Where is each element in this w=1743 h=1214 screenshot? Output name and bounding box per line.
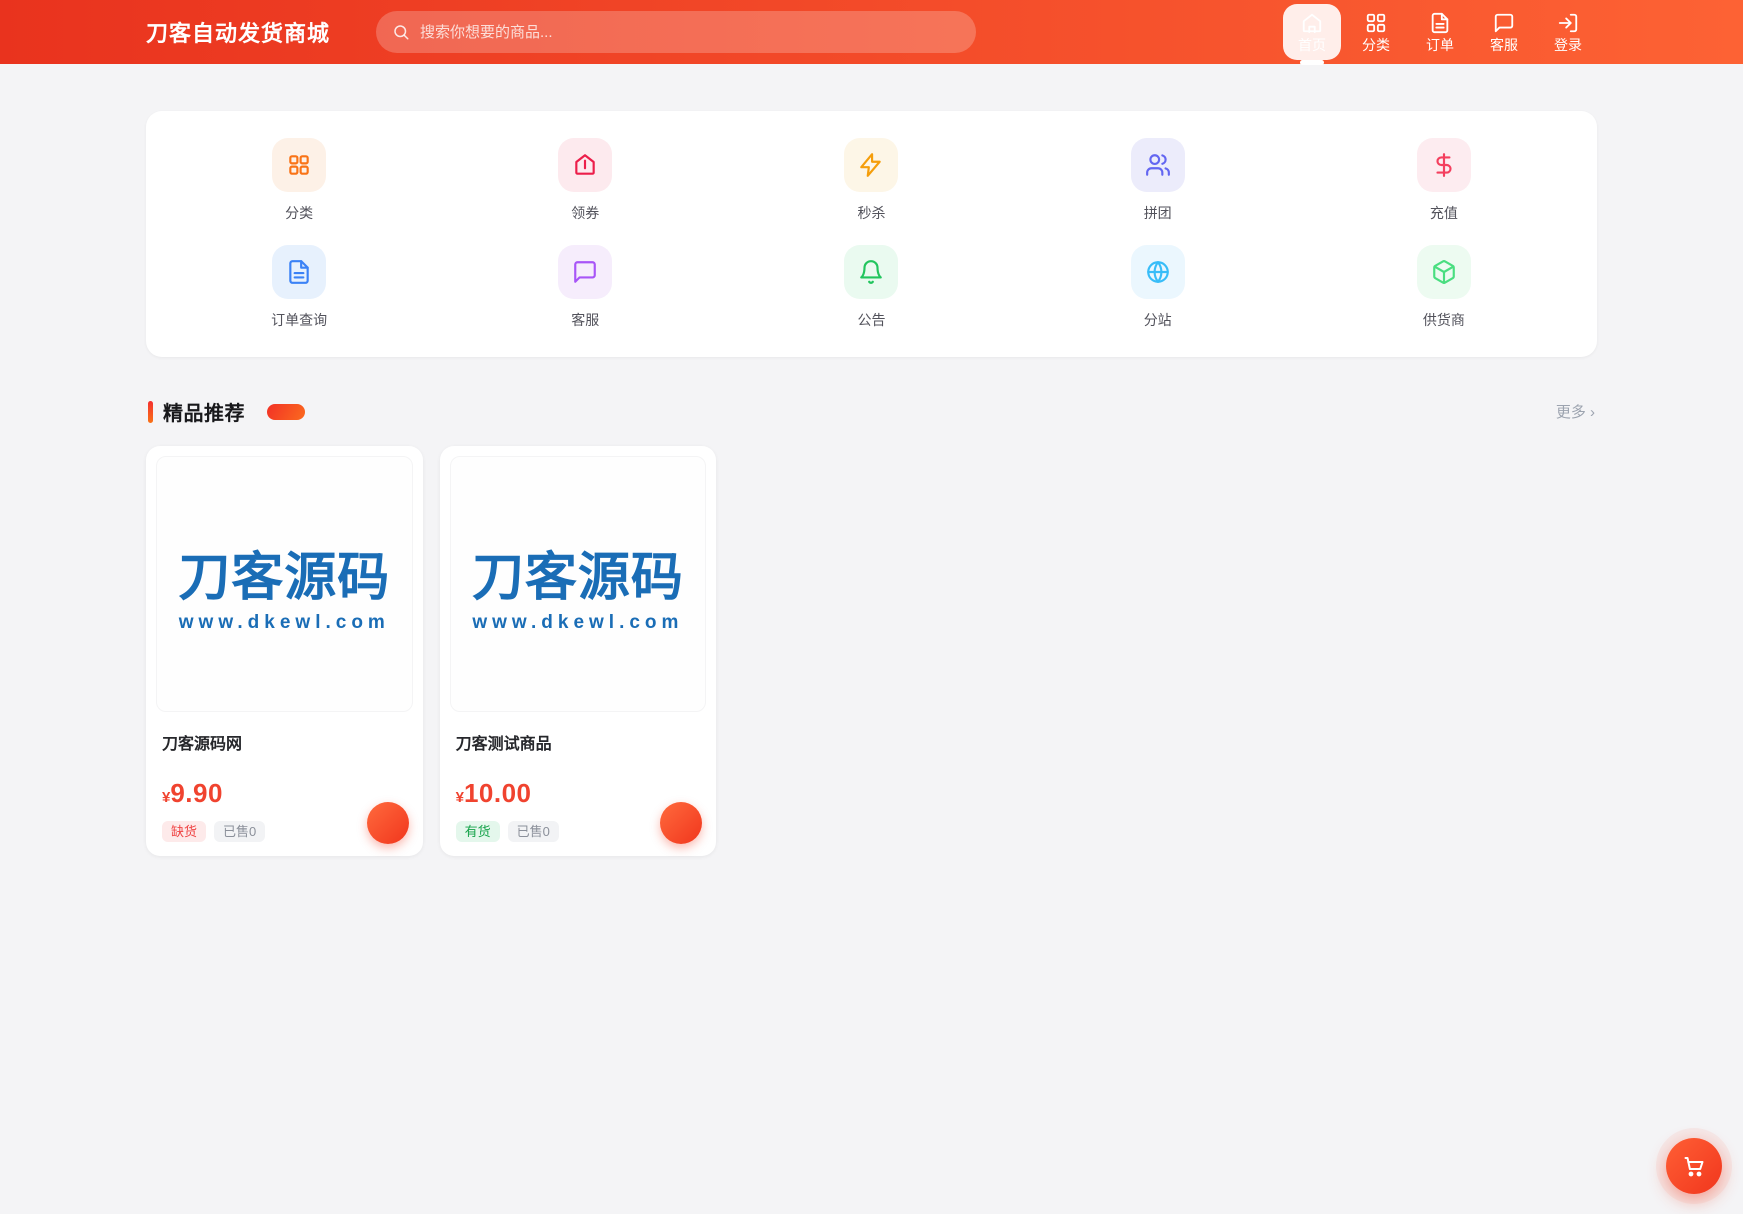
quick-menu-item-label: 分类 — [285, 205, 314, 221]
quick-menu: 分类 领券 秒杀 拼团 充值 订单查询 客服 公告 分站 供货商 — [146, 111, 1597, 357]
quick-menu-item[interactable]: 拼团 — [1015, 138, 1301, 223]
category-icon — [272, 138, 327, 192]
top-nav-item-label: 分类 — [1362, 37, 1390, 53]
branch-site-icon — [1130, 245, 1185, 299]
quick-menu-item-label: 领券 — [571, 205, 600, 221]
announcement-icon — [844, 245, 899, 299]
product-image-url-text: www.dkewl.com — [178, 611, 390, 633]
quick-menu-item[interactable]: 订单查询 — [156, 245, 442, 330]
floating-cart-button[interactable] — [1666, 1138, 1722, 1194]
product-title: 刀客测试商品 — [455, 736, 552, 753]
product-card[interactable]: 刀客源码 www.dkewl.com 刀客测试商品 ¥ 10.00 有货 已售0 — [439, 446, 717, 856]
supplier-icon — [1416, 245, 1471, 299]
product-image: 刀客源码 www.dkewl.com — [156, 456, 413, 712]
recharge-icon — [1416, 138, 1471, 192]
quick-menu-item-label: 公告 — [857, 312, 886, 328]
login-icon — [1557, 12, 1579, 34]
category-nav-icon — [1365, 12, 1387, 34]
price-amount: 9.90 — [170, 778, 223, 808]
price-amount: 10.00 — [463, 778, 532, 808]
quick-menu-item[interactable]: 公告 — [728, 245, 1014, 330]
coupon-icon — [558, 138, 613, 192]
customer-service-icon — [558, 245, 613, 299]
sold-badge: 已售0 — [214, 821, 266, 842]
product-image: 刀客源码 www.dkewl.com — [449, 456, 707, 712]
quick-menu-item[interactable]: 秒杀 — [728, 138, 1014, 223]
quick-menu-item-label: 客服 — [571, 312, 600, 328]
sold-badge: 已售0 — [507, 821, 559, 842]
stock-badge: 有货 — [455, 821, 500, 842]
product-card[interactable]: 刀客源码 www.dkewl.com 刀客源码网 ¥ 9.90 缺货 已售0 — [146, 446, 423, 856]
quick-menu-item[interactable]: 分站 — [1015, 245, 1301, 330]
top-nav-item[interactable]: 客服 — [1475, 4, 1533, 60]
section-tab[interactable] — [267, 403, 305, 420]
quick-menu-item-label: 拼团 — [1143, 205, 1172, 221]
products-grid: 刀客源码 www.dkewl.com 刀客源码网 ¥ 9.90 缺货 已售0 刀… — [146, 446, 1597, 856]
top-nav-item[interactable]: 分类 — [1347, 4, 1405, 60]
search-bar — [376, 11, 977, 53]
top-nav-item[interactable]: 首页 — [1283, 4, 1341, 60]
quick-menu-item-label: 订单查询 — [271, 312, 328, 328]
quick-menu-item-label: 分站 — [1143, 312, 1172, 328]
section-title: 精品推荐 — [163, 403, 245, 425]
main-content: 分类 领券 秒杀 拼团 充值 订单查询 客服 公告 分站 供货商 精品推荐 更多… — [146, 111, 1597, 856]
section-header: 精品推荐 更多 › — [148, 397, 1595, 426]
quick-menu-item[interactable]: 客服 — [442, 245, 728, 330]
product-price: ¥ 10.00 — [456, 778, 701, 809]
add-to-cart-button[interactable] — [660, 802, 703, 844]
product-image-brand-text: 刀客源码 — [178, 548, 391, 607]
price-currency: ¥ — [455, 789, 464, 806]
flash-sale-icon — [844, 138, 899, 192]
cart-icon — [1682, 1154, 1706, 1178]
quick-menu-item[interactable]: 领券 — [442, 138, 728, 223]
site-logo[interactable]: 刀客自动发货商城 — [146, 16, 330, 48]
product-price: ¥ 9.90 — [162, 778, 407, 809]
quick-menu-item-label: 秒杀 — [857, 205, 886, 221]
more-link[interactable]: 更多 › — [1556, 401, 1595, 422]
quick-menu-item[interactable]: 充值 — [1301, 138, 1587, 223]
product-image-url-text: www.dkewl.com — [472, 611, 684, 633]
group-buy-icon — [1130, 138, 1185, 192]
search-input[interactable] — [376, 11, 977, 53]
product-title: 刀客源码网 — [162, 736, 243, 753]
home-icon — [1301, 12, 1323, 34]
quick-menu-item[interactable]: 分类 — [156, 138, 442, 223]
top-header: 刀客自动发货商城 首页 分类 订单 客服 登录 — [0, 0, 1743, 64]
service-nav-icon — [1493, 12, 1515, 34]
price-currency: ¥ — [162, 789, 171, 806]
top-nav-item-label: 首页 — [1298, 37, 1326, 53]
top-nav-item[interactable]: 登录 — [1539, 4, 1597, 60]
product-image-brand-text: 刀客源码 — [471, 548, 684, 607]
section-accent-bar — [148, 400, 153, 423]
top-nav: 首页 分类 订单 客服 登录 — [1283, 4, 1597, 60]
add-to-cart-button[interactable] — [366, 802, 409, 844]
quick-menu-item-label: 供货商 — [1422, 312, 1465, 328]
quick-menu-item-label: 充值 — [1429, 205, 1458, 221]
stock-badge: 缺货 — [162, 821, 207, 842]
section-tabs — [267, 403, 331, 420]
order-icon — [1429, 12, 1451, 34]
top-nav-item-label: 客服 — [1490, 37, 1518, 53]
top-nav-item-label: 订单 — [1426, 37, 1454, 53]
top-nav-item[interactable]: 订单 — [1411, 4, 1469, 60]
top-nav-item-label: 登录 — [1554, 37, 1582, 53]
quick-menu-item[interactable]: 供货商 — [1301, 245, 1587, 330]
order-query-icon — [272, 245, 327, 299]
